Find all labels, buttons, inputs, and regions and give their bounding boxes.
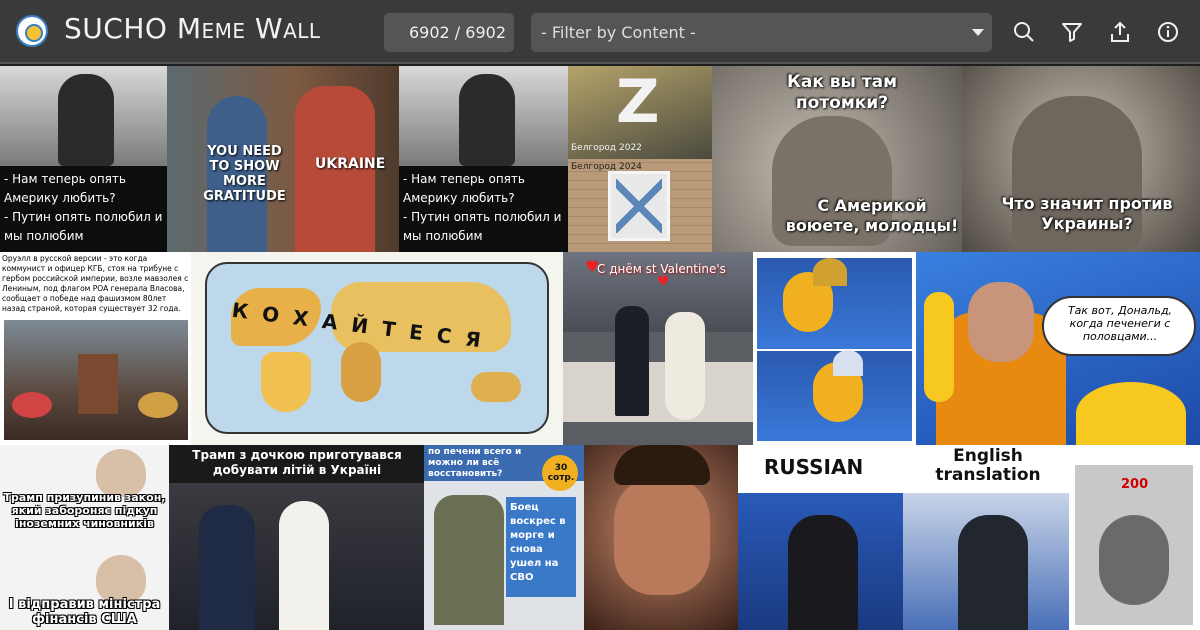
filter-icon[interactable] [1060,20,1084,44]
result-counter: 6902 / 6902 [384,13,514,52]
meme-tile[interactable]: по печени всего и можно ли всё восстанов… [424,445,584,630]
meme-caption: С Америкой воюете, молодцы! [785,196,959,235]
meme-caption: І відправив міністра фінансів США [8,597,161,627]
meme-tile[interactable]: 200 [1069,445,1200,630]
meme-caption: Трамп призупинив закон, який забороняє п… [3,491,166,530]
meme-tile[interactable]: Как вы там потомки? С Америкой воюете, м… [712,66,962,252]
meme-tile[interactable]: - Нам теперь опять Америку любить? - Пут… [0,66,167,252]
meme-tile[interactable]: Z Белгород 2022 [568,66,712,159]
meme-text: Оруэлл в русской версии - это когда комм… [2,254,189,313]
speech-bubble: Так вот, Дональд, когда печенеги с полов… [1067,304,1173,343]
meme-caption: YOU NEED TO SHOW MORE GRATITUDE [203,144,286,204]
chevron-down-icon [972,29,984,36]
meme-caption: UKRAINE [315,156,386,172]
meme-tile[interactable]: Трамп з дочкою приготувався добувати літ… [169,445,424,630]
meme-tile[interactable] [584,445,738,630]
meme-caption: - Нам теперь опять Америку любить? - Пут… [4,172,163,243]
meme-tile[interactable]: Оруэлл в русской версии - это когда комм… [0,252,191,445]
top-bar: SUCHO Meme Wall 6902 / 6902 - Filter by … [0,0,1200,64]
meme-caption: - Нам теперь опять Америку любить? - Пут… [403,172,562,243]
filter-select[interactable]: - Filter by Content - [531,13,992,52]
meme-caption: Боец воскрес в морге и снова ушел на СВО [510,502,566,583]
sucho-logo[interactable] [16,15,48,47]
filter-select-value: - Filter by Content - [541,23,696,42]
meme-caption: Как вы там потомки? [786,72,898,113]
meme-tile[interactable]: RUSSIAN English translation [738,445,1069,630]
meme-caption: RUSSIAN [764,455,864,479]
meme-caption: 200 [1121,477,1149,492]
meme-caption: Белгород 2024 [571,162,642,172]
meme-tile[interactable]: YOU NEED TO SHOW MORE GRATITUDE UKRAINE [167,66,399,252]
meme-caption: по печени всего и можно ли всё восстанов… [428,447,522,479]
app-title: SUCHO Meme Wall [64,12,321,45]
info-icon[interactable] [1156,20,1180,44]
meme-tile[interactable]: Так вот, Дональд, когда печенеги с полов… [916,252,1200,445]
meme-caption: Что значит против Украины? [1001,194,1173,233]
meme-caption: English translation [935,446,1041,485]
meme-tile[interactable]: Белгород 2024 [568,159,712,252]
meme-tile[interactable]: С днём st Valentine's ♥ ♥ [563,252,753,445]
meme-grid: - Нам теперь опять Америку любить? - Пут… [0,66,1200,630]
meme-tile[interactable]: - Нам теперь опять Америку любить? - Пут… [399,66,568,252]
meme-tile[interactable]: Что значит против Украины? [962,66,1200,252]
meme-caption: Трамп з дочкою приготувався добувати літ… [192,448,402,477]
meme-tile[interactable]: КОХАЙТЕСЯ [191,252,563,445]
meme-tile[interactable]: Трамп призупинив закон, який забороняє п… [0,445,169,630]
search-icon[interactable] [1012,20,1036,44]
share-icon[interactable] [1108,20,1132,44]
price-badge: 30 сотр. [547,463,575,483]
meme-caption: Белгород 2022 [571,143,642,153]
meme-tile[interactable] [753,252,916,445]
